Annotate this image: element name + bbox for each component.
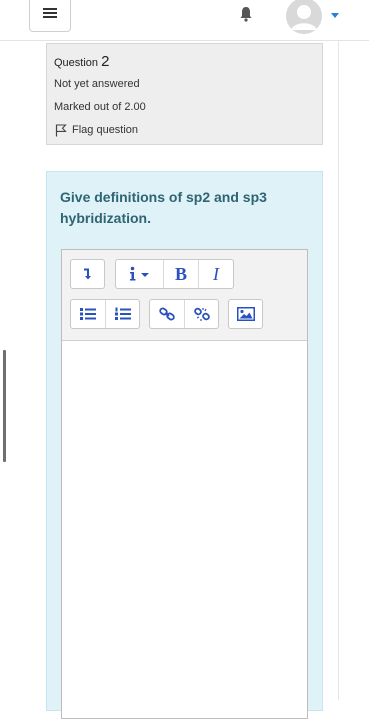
show-more-buttons-icon xyxy=(83,268,91,280)
editor-toolbar: B I xyxy=(62,250,307,341)
toolbar-group-lists xyxy=(70,299,140,329)
toolbar-group-links xyxy=(149,299,219,329)
toolbar-group-media xyxy=(228,299,263,329)
show-more-button[interactable] xyxy=(71,260,104,288)
flag-question-link[interactable]: Flag question xyxy=(72,124,138,136)
avatar[interactable] xyxy=(286,0,322,34)
question-label: Question xyxy=(54,57,99,69)
unlink-button[interactable] xyxy=(185,300,218,328)
ordered-list-icon xyxy=(114,307,131,320)
unlink-icon xyxy=(193,307,210,321)
italic-icon: I xyxy=(213,263,219,284)
hamburger-icon xyxy=(43,8,57,18)
answer-text-area[interactable] xyxy=(62,341,307,718)
toolbar-group-style: B I xyxy=(115,259,234,289)
toolbar-group-collapse xyxy=(70,259,105,289)
bell-icon[interactable] xyxy=(238,6,254,22)
caret-down-icon[interactable] xyxy=(331,13,339,18)
ordered-list-button[interactable] xyxy=(106,300,139,328)
question-status: Not yet answered xyxy=(54,78,140,90)
scroll-indicator[interactable] xyxy=(3,350,6,462)
menu-button[interactable] xyxy=(29,0,71,32)
info-dropdown-button[interactable] xyxy=(116,260,164,288)
top-navbar xyxy=(0,0,369,41)
answer-editor: B I xyxy=(61,249,308,719)
unordered-list-icon xyxy=(80,308,96,320)
unordered-list-button[interactable] xyxy=(71,300,106,328)
italic-button[interactable]: I xyxy=(199,260,233,288)
column-divider xyxy=(338,40,339,700)
link-icon xyxy=(159,307,175,321)
question-info-panel: Question 2 Not yet answered Marked out o… xyxy=(46,43,323,145)
image-icon xyxy=(236,307,255,321)
flag-icon[interactable] xyxy=(55,124,67,137)
question-text: Give definitions of sp2 and sp3 hybridiz… xyxy=(60,189,267,226)
avatar-icon xyxy=(286,0,322,34)
image-button[interactable] xyxy=(229,300,262,328)
bold-button[interactable]: B xyxy=(164,260,199,288)
bold-icon: B xyxy=(174,263,187,284)
link-button[interactable] xyxy=(150,300,185,328)
question-number: 2 xyxy=(101,53,110,70)
question-marks: Marked out of 2.00 xyxy=(54,101,146,113)
question-content: Give definitions of sp2 and sp3 hybridiz… xyxy=(46,171,323,719)
info-dropdown-icon xyxy=(129,266,149,281)
question-heading: Question 2 xyxy=(54,53,109,70)
